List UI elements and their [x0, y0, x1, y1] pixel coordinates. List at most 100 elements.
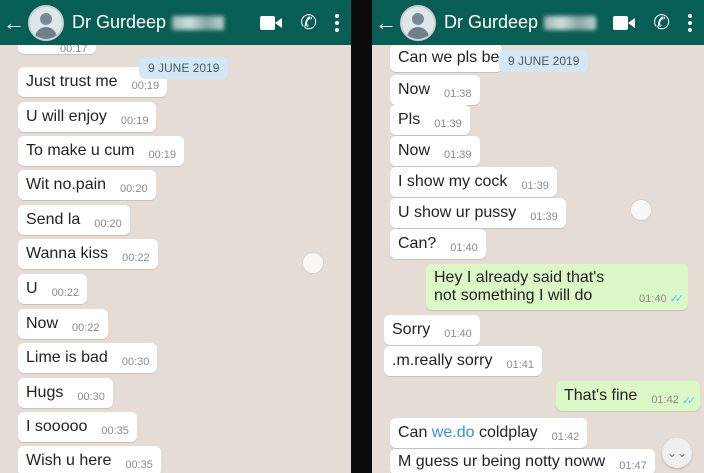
message-time: 00:22 — [122, 252, 150, 264]
message-text-part: coldplay — [474, 424, 538, 441]
message-time: 00:19 — [120, 115, 149, 127]
message-text: U show ur pussy — [398, 204, 517, 221]
message-text: Wanna kiss — [26, 245, 109, 262]
message-text: Sorry — [392, 321, 431, 338]
message-bubble[interactable]: I show my cock 01:39 — [390, 167, 557, 197]
message-time: 00:20 — [120, 183, 148, 195]
message-bubble[interactable]: Can we.do coldplay 01:42 — [390, 418, 588, 448]
message-bubble[interactable]: Now 01:38 — [390, 75, 480, 105]
message-text: I show my cock — [398, 173, 508, 190]
date-chip: 9 JUNE 2019 — [499, 50, 589, 72]
message-time: 01:38 — [444, 88, 472, 100]
message-text: Send la — [26, 211, 81, 228]
message-bubble[interactable]: Wit no.pain 00:20 — [18, 170, 156, 200]
phone-call-icon[interactable]: ✆ — [653, 13, 670, 33]
message-bubble[interactable]: I sooooo 00:35 — [18, 412, 137, 442]
message-bubble[interactable]: U 00:22 — [18, 274, 88, 304]
chat-screen-left: ← Dr Gurdeep ✆ 9 JUNE 2019 00:17 Just tr… — [0, 0, 351, 473]
date-chip: 9 JUNE 2019 — [139, 57, 229, 79]
message-text: Pls — [398, 111, 421, 128]
message-time: 01:40 — [444, 328, 472, 340]
back-arrow-icon[interactable]: ← — [0, 0, 28, 45]
message-time: 01:42 — [551, 431, 580, 443]
message-bubble[interactable]: Lime is bad 00:30 — [18, 343, 158, 373]
message-link[interactable]: we.do — [432, 424, 475, 441]
message-bubble[interactable]: Now 01:39 — [390, 136, 480, 166]
message-text: Lime is bad — [26, 349, 108, 366]
contact-name-area[interactable]: Dr Gurdeep — [444, 12, 597, 33]
redacted-surname — [172, 15, 225, 30]
message-text: U will enjoy — [26, 108, 107, 125]
more-options-icon[interactable] — [335, 13, 339, 32]
message-text: Can we.do coldplay — [398, 424, 538, 442]
contact-name: Dr Gurdeep — [444, 12, 539, 32]
redacted-surname — [544, 15, 597, 30]
message-time: 01:40 — [639, 293, 667, 305]
chat-header: ← Dr Gurdeep ✆ — [372, 0, 704, 45]
message-text: That's fine — [564, 387, 638, 404]
message-time: 00:19 — [148, 149, 177, 161]
message-text: Can? — [398, 235, 437, 252]
message-time: 00:22 — [51, 287, 80, 299]
message-bubble[interactable]: Hugs 00:30 — [18, 378, 113, 408]
read-receipt-icon: ✓✓ — [669, 293, 685, 305]
scroll-down-icon[interactable]: ⌄⌄ — [662, 438, 692, 468]
video-call-icon[interactable] — [613, 15, 636, 30]
avatar[interactable] — [28, 4, 64, 41]
message-time: 01:39 — [530, 211, 558, 223]
panel-divider — [351, 0, 372, 473]
message-text: Wit no.pain — [26, 176, 107, 193]
contact-name: Dr Gurdeep — [72, 12, 167, 32]
message-time: 00:20 — [94, 218, 122, 230]
message-bubble[interactable]: U will enjoy 00:19 — [18, 102, 157, 132]
read-receipt-icon: ✓✓ — [681, 394, 697, 407]
outgoing-message-bubble[interactable]: Hey I already said that's not something … — [426, 264, 688, 310]
message-bubble[interactable]: Wish u here 00:35 — [18, 446, 161, 473]
message-bubble[interactable]: U show ur pussy 01:39 — [390, 198, 566, 228]
message-bubble[interactable]: M guess ur being notty noww 01:47 — [390, 449, 655, 473]
message-text: Now — [26, 315, 59, 332]
message-bubble[interactable]: Wanna kiss 00:22 — [18, 239, 158, 269]
message-text: .m.really sorry — [392, 352, 493, 369]
message-time: 00:30 — [77, 391, 105, 403]
avatar[interactable] — [400, 4, 436, 41]
message-bubble[interactable]: Can we pls be h — [390, 44, 513, 72]
message-bubble[interactable]: To make u cum 00:19 — [18, 136, 185, 166]
message-time: 01:39 — [434, 118, 462, 130]
message-time: 00:35 — [101, 425, 129, 437]
contact-name-area[interactable]: Dr Gurdeep — [72, 12, 225, 33]
message-bubble[interactable]: .m.really sorry 01:41 — [384, 346, 542, 376]
message-text: Can we pls be h — [398, 49, 513, 66]
message-time: 00:19 — [131, 80, 160, 92]
message-bubble[interactable]: Send la 00:20 — [18, 205, 130, 235]
message-text: To make u cum — [26, 142, 135, 159]
message-time: 01:47 — [619, 460, 647, 472]
screenshot-collage: ← Dr Gurdeep ✆ 9 JUNE 2019 00:17 Just tr… — [0, 0, 704, 473]
more-options-icon[interactable] — [688, 13, 692, 32]
message-text: Hugs — [26, 384, 64, 401]
phone-call-icon[interactable]: ✆ — [300, 13, 317, 33]
message-time: 01:39 — [521, 180, 549, 192]
chat-header: ← Dr Gurdeep ✆ — [0, 0, 351, 45]
message-time: 01:42 — [651, 394, 679, 406]
video-call-icon[interactable] — [260, 15, 283, 30]
outgoing-message-bubble[interactable]: That's fine 01:42 ✓✓ — [556, 381, 701, 411]
touch-indicator — [302, 252, 324, 274]
message-text-part: Can — [398, 424, 432, 441]
back-arrow-icon[interactable]: ← — [372, 0, 400, 45]
message-text: Wish u here — [26, 452, 112, 469]
message-time: 00:30 — [121, 356, 150, 368]
chat-screen-right: ← Dr Gurdeep ✆ Can we pls be h 9 JUNE 20… — [372, 0, 704, 473]
message-text: I sooooo — [26, 418, 88, 435]
message-bubble[interactable]: Can? 01:40 — [390, 229, 486, 259]
message-time: 01:39 — [444, 149, 472, 161]
message-time: 01:41 — [506, 359, 534, 371]
message-bubble[interactable]: Pls 01:39 — [390, 105, 470, 135]
message-bubble[interactable]: Sorry 01:40 — [384, 315, 480, 345]
message-text: Hey I already said that's not something … — [434, 269, 605, 304]
message-time: 00:35 — [125, 459, 153, 471]
message-text: U — [26, 280, 38, 297]
message-bubble[interactable]: Now 00:22 — [18, 309, 108, 339]
message-time: 00:22 — [72, 322, 100, 334]
message-text: M guess ur being notty noww — [398, 453, 606, 470]
